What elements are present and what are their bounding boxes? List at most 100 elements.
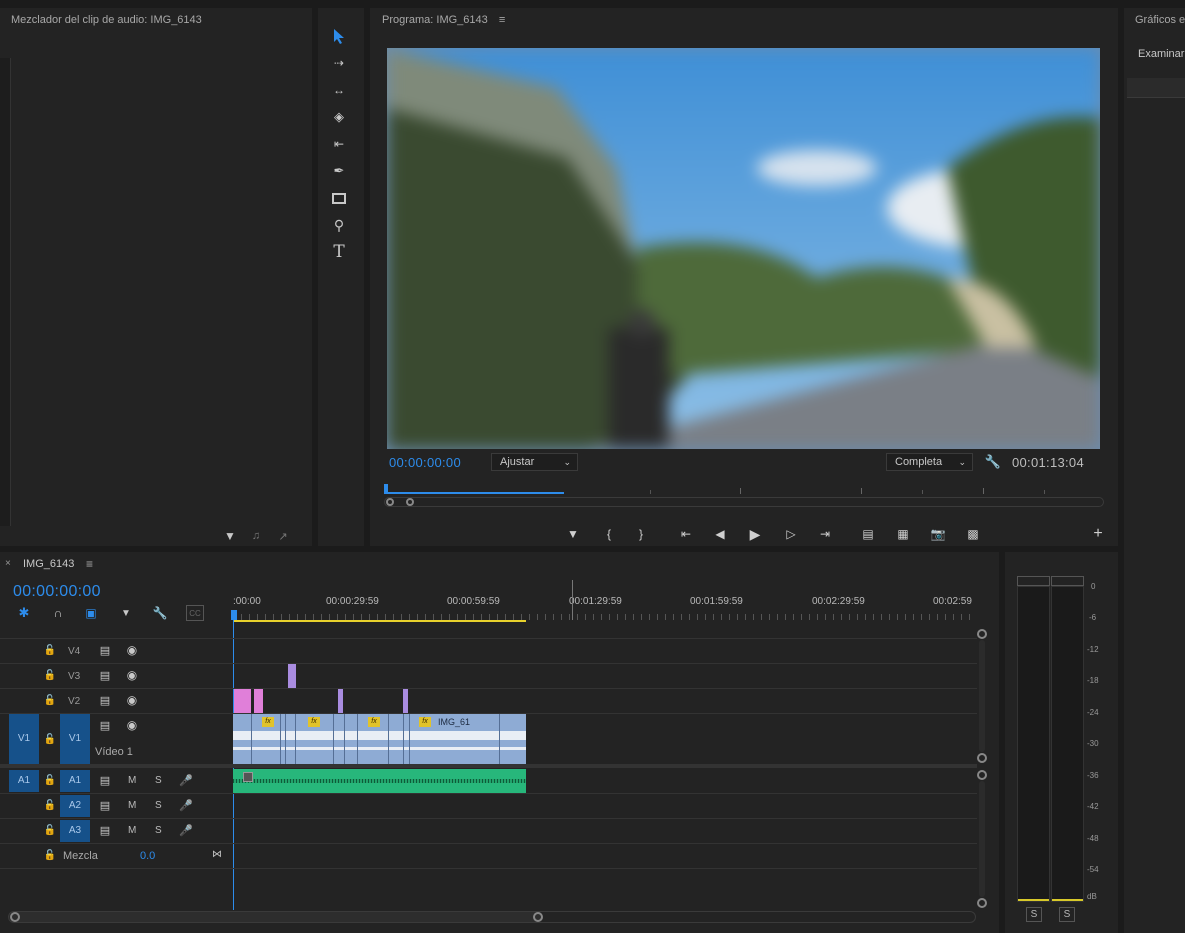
track-select-forward-icon[interactable]: ⇢	[327, 52, 351, 74]
solo-button[interactable]: S	[155, 775, 162, 786]
slip-tool-icon[interactable]: ⇤	[327, 133, 351, 155]
mix-volume-value[interactable]: 0.0	[140, 850, 155, 862]
go-to-in-icon[interactable]: ⇤	[676, 524, 696, 544]
solo-button[interactable]: S	[155, 800, 162, 811]
zoom-tool-icon[interactable]: ⚲	[327, 214, 351, 236]
program-timecode-in[interactable]: 00:00:00:00	[389, 455, 461, 470]
wrench-settings-icon[interactable]: 🔧	[152, 605, 168, 621]
eye-icon[interactable]: ◉	[124, 668, 140, 682]
wrench-settings-icon[interactable]: 🔧	[984, 453, 1002, 471]
sync-lock-icon[interactable]: ▤	[98, 668, 112, 682]
work-area-bar[interactable]	[233, 620, 526, 622]
track-zoom-handle[interactable]	[977, 753, 987, 763]
go-to-end-icon[interactable]: ⋈	[210, 847, 224, 861]
track-target-a3[interactable]: A3	[60, 820, 90, 842]
clip-v2[interactable]	[254, 689, 263, 713]
go-to-out-icon[interactable]: ⇥	[815, 524, 835, 544]
linked-selection-icon[interactable]: ▣	[83, 605, 99, 621]
lock-icon[interactable]: 🔓	[43, 848, 57, 862]
lock-icon[interactable]: 🔓	[43, 732, 57, 746]
razor-tool-icon[interactable]: ◈	[327, 106, 351, 128]
sync-lock-icon[interactable]: ▤	[98, 643, 112, 657]
rectangle-tool-icon[interactable]	[327, 187, 351, 209]
solo-right-button[interactable]: S	[1059, 907, 1075, 922]
mute-button[interactable]: M	[128, 825, 136, 836]
add-button-icon[interactable]: +	[1088, 524, 1108, 544]
solo-button[interactable]: S	[155, 825, 162, 836]
clip-a1[interactable]	[233, 769, 526, 793]
source-patch-a1[interactable]: A1	[9, 770, 39, 792]
sync-lock-icon[interactable]: ▤	[98, 718, 112, 732]
add-marker-icon[interactable]: ▼	[563, 524, 583, 544]
track-target-a1[interactable]: A1	[60, 770, 90, 792]
step-forward-icon[interactable]: ▷	[781, 524, 801, 544]
lock-icon[interactable]: 🔓	[43, 693, 57, 707]
track-label[interactable]: V3	[68, 671, 80, 682]
timeline-timecode[interactable]: 00:00:00:00	[13, 583, 101, 601]
selection-tool-icon[interactable]	[327, 25, 351, 47]
graphics-search-bar[interactable]	[1127, 78, 1185, 98]
mute-button[interactable]: M	[128, 775, 136, 786]
panel-menu-icon[interactable]: ≡	[86, 557, 93, 571]
comparison-view-icon[interactable]: ▩	[963, 524, 983, 544]
nest-sequence-icon[interactable]: ✱	[16, 605, 32, 621]
playhead[interactable]	[231, 610, 237, 620]
track-zoom-handle[interactable]	[977, 898, 987, 908]
add-marker-icon[interactable]: ▼	[118, 605, 134, 621]
lock-icon[interactable]: 🔓	[43, 823, 57, 837]
fit-dropdown[interactable]: Ajustar ⌄	[491, 453, 578, 471]
source-patch-v1[interactable]: V1	[9, 714, 39, 764]
lock-icon[interactable]: 🔓	[43, 643, 57, 657]
microphone-icon[interactable]: 🎤	[179, 773, 193, 787]
export-frame-icon[interactable]: 📷	[928, 524, 948, 544]
clip-v2[interactable]	[338, 689, 343, 713]
clip-v2[interactable]	[403, 689, 408, 713]
lift-icon[interactable]: ▤	[858, 524, 878, 544]
panel-menu-icon[interactable]: ≡	[499, 14, 505, 26]
timeline-tab[interactable]: IMG_6143	[23, 558, 74, 570]
track-label[interactable]: V2	[68, 696, 80, 707]
lock-icon[interactable]: 🔓	[43, 668, 57, 682]
program-time-ruler[interactable]	[384, 484, 1104, 498]
export-icon[interactable]: ↗	[275, 528, 291, 544]
close-tab-icon[interactable]: ×	[5, 558, 11, 569]
track-target-a2[interactable]: A2	[60, 795, 90, 817]
filter-icon[interactable]: ▼	[222, 528, 238, 544]
sync-lock-icon[interactable]: ▤	[98, 773, 112, 787]
vertical-scrollbar[interactable]	[979, 781, 985, 897]
clip-v1[interactable]: fx fx fx fx IMG_61	[233, 714, 526, 764]
track-label[interactable]: V4	[68, 646, 80, 657]
eye-icon[interactable]: ◉	[124, 693, 140, 707]
track-zoom-handle[interactable]	[977, 770, 987, 780]
step-back-icon[interactable]: ◀	[710, 524, 730, 544]
eye-icon[interactable]: ◉	[124, 718, 140, 732]
audio-meter-icon[interactable]: ♫	[248, 528, 264, 544]
mark-in-icon[interactable]: {	[599, 524, 619, 544]
play-icon[interactable]: ▶	[745, 524, 765, 544]
extract-icon[interactable]: ▦	[893, 524, 913, 544]
sync-lock-icon[interactable]: ▤	[98, 798, 112, 812]
track-zoom-handle[interactable]	[977, 629, 987, 639]
clip-v3[interactable]	[288, 664, 296, 688]
mute-button[interactable]: M	[128, 800, 136, 811]
mark-out-icon[interactable]: }	[631, 524, 651, 544]
pen-tool-icon[interactable]: ✒	[327, 160, 351, 182]
eye-icon[interactable]: ◉	[124, 643, 140, 657]
tab-browse[interactable]: Examinar	[1138, 48, 1184, 60]
solo-left-button[interactable]: S	[1026, 907, 1042, 922]
sync-lock-icon[interactable]: ▤	[98, 823, 112, 837]
lock-icon[interactable]: 🔓	[43, 773, 57, 787]
microphone-icon[interactable]: 🎤	[179, 823, 193, 837]
sync-lock-icon[interactable]: ▤	[98, 693, 112, 707]
vertical-scrollbar[interactable]	[979, 640, 985, 752]
clip-v2[interactable]	[234, 689, 251, 713]
timeline-ruler[interactable]: :00:00 00:00:29:59 00:00:59:59 00:01:29:…	[233, 580, 977, 624]
microphone-icon[interactable]: 🎤	[179, 798, 193, 812]
lock-icon[interactable]: 🔓	[43, 798, 57, 812]
captions-icon[interactable]: CC	[186, 605, 204, 621]
snap-magnet-icon[interactable]: ∩	[50, 605, 66, 621]
program-zoom-scrollbar[interactable]	[384, 497, 1104, 507]
resolution-dropdown[interactable]: Completa ⌄	[886, 453, 973, 471]
timeline-horizontal-scrollbar[interactable]	[8, 911, 976, 923]
ripple-edit-icon[interactable]: ↔	[327, 79, 351, 101]
